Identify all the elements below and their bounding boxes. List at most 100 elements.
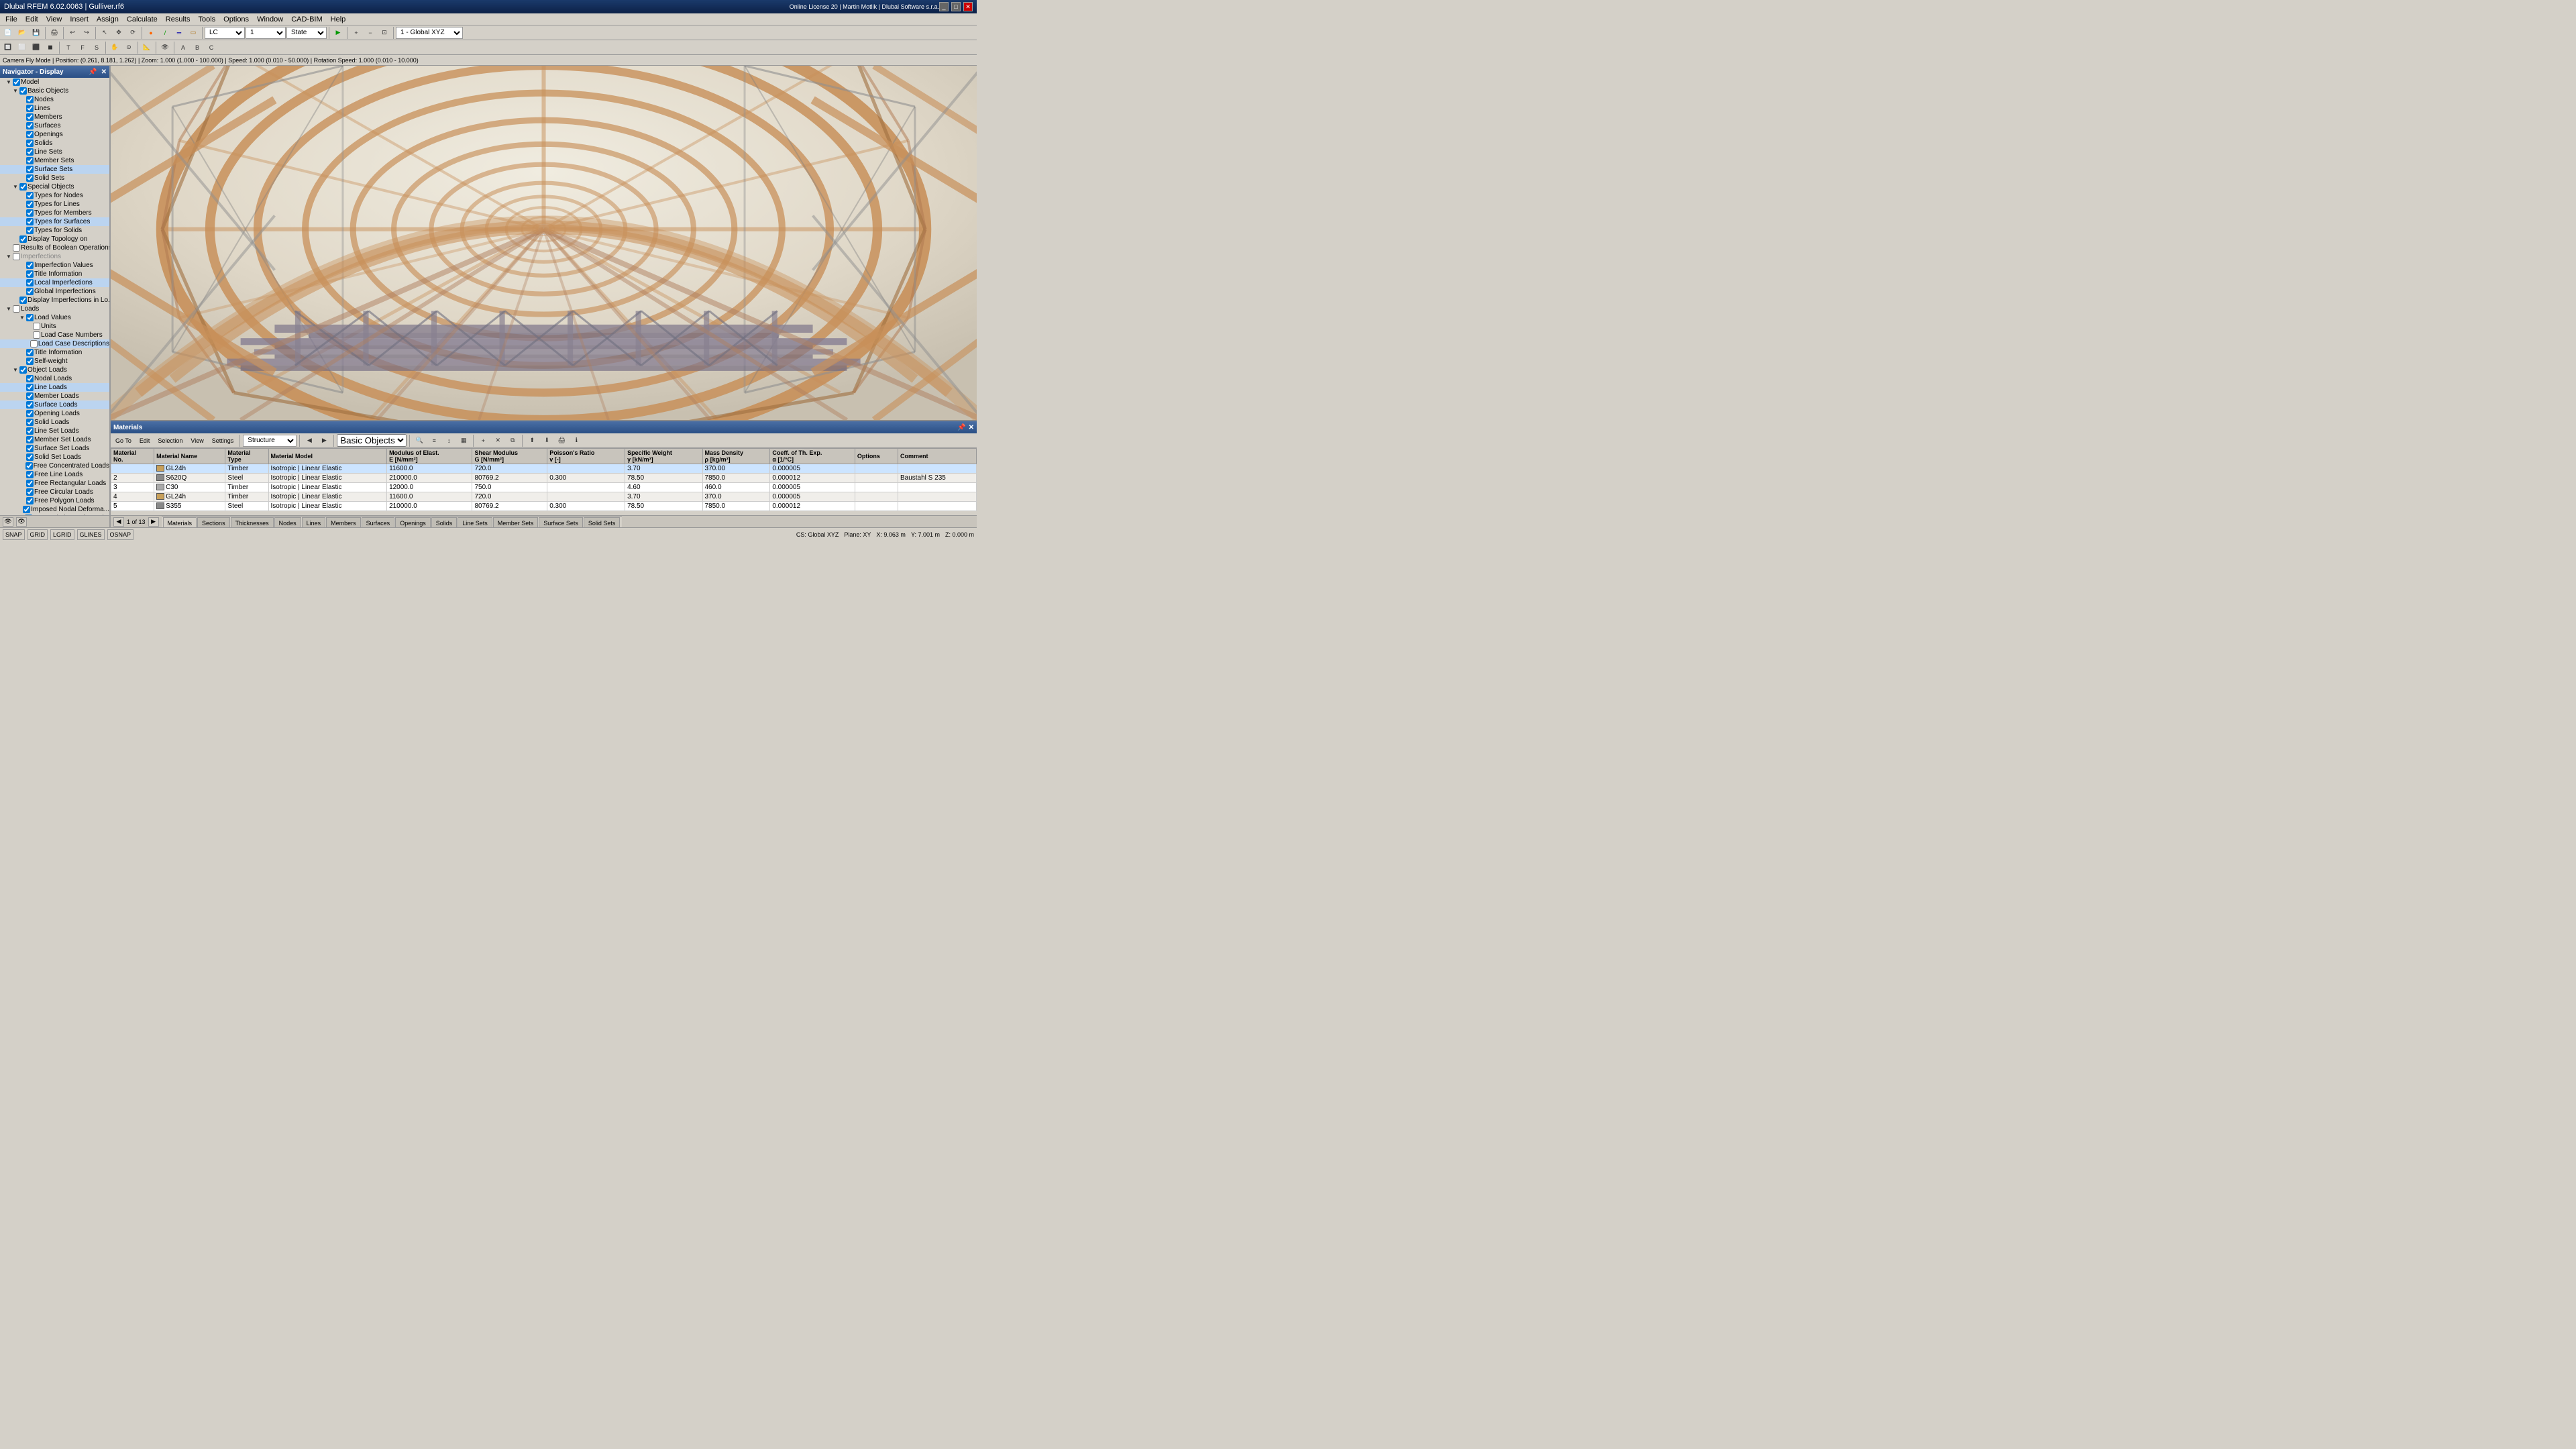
types-nodes-check[interactable]: [26, 192, 34, 199]
surface-loads-check[interactable]: [26, 401, 34, 409]
tab-surfaces[interactable]: Surfaces: [362, 517, 395, 528]
types-lines-check[interactable]: [26, 201, 34, 208]
select-button[interactable]: ↖: [98, 26, 111, 40]
orbit-button[interactable]: ⊙: [122, 41, 136, 54]
free-conc-loads-check[interactable]: [25, 462, 33, 470]
tab-surface-sets[interactable]: Surface Sets: [539, 517, 583, 528]
anno2-button[interactable]: B: [191, 41, 204, 54]
delete-button[interactable]: ✕: [491, 434, 504, 447]
members-check[interactable]: [26, 113, 34, 121]
tab-solids[interactable]: Solids: [431, 517, 458, 528]
col-filter-button[interactable]: ≡: [427, 434, 441, 447]
surface-button[interactable]: ▭: [186, 26, 200, 40]
nav-units[interactable]: Units: [0, 322, 109, 331]
open-button[interactable]: 📂: [15, 26, 29, 40]
lc-number-dropdown[interactable]: 1: [246, 27, 286, 39]
nav-imposed-nodal[interactable]: Imposed Nodal Deforma...: [0, 505, 109, 514]
top-view-button[interactable]: T: [62, 41, 75, 54]
table-row[interactable]: 3C30TimberIsotropic | Linear Elastic1200…: [111, 483, 977, 492]
tab-prev-button[interactable]: ◀: [113, 517, 124, 527]
pan-button[interactable]: ✋: [108, 41, 121, 54]
view3d-button[interactable]: 🔲: [1, 41, 15, 54]
imp-values-check[interactable]: [26, 262, 34, 269]
lgrid-toggle[interactable]: LGRID: [50, 529, 74, 540]
menu-item-tools[interactable]: Tools: [194, 13, 219, 25]
nav-types-nodes[interactable]: Types for Nodes: [0, 191, 109, 200]
basic-objects-dropdown[interactable]: Basic Objects: [337, 434, 407, 447]
nav-free-rect-loads[interactable]: Free Rectangular Loads: [0, 479, 109, 488]
menu-item-cad-bim[interactable]: CAD-BIM: [287, 13, 326, 25]
openings-check[interactable]: [26, 131, 34, 138]
object-loads-check[interactable]: [19, 366, 27, 374]
imposed-nodal-check[interactable]: [23, 506, 30, 513]
lc-desc-check[interactable]: [30, 340, 38, 347]
add-button[interactable]: +: [476, 434, 490, 447]
goto-button[interactable]: Go To: [112, 435, 135, 447]
imperfections-check[interactable]: [13, 253, 20, 260]
tab-materials[interactable]: Materials: [163, 517, 197, 528]
line-loads-check[interactable]: [26, 384, 34, 391]
tab-openings[interactable]: Openings: [395, 517, 431, 528]
print-mat-button[interactable]: 🖨: [555, 434, 568, 447]
nav-model[interactable]: ▼ Model: [0, 78, 109, 87]
nav-title-info-load[interactable]: Title Information: [0, 348, 109, 357]
nav-object-loads[interactable]: ▼ Object Loads: [0, 366, 109, 374]
nav-members[interactable]: Members: [0, 113, 109, 121]
close-button[interactable]: ✕: [963, 2, 973, 11]
selection-button[interactable]: Selection: [154, 435, 186, 447]
nav-local-imperfections[interactable]: Local Imperfections: [0, 278, 109, 287]
zoom-fit-button[interactable]: ⊡: [378, 26, 391, 40]
sort-button[interactable]: ↕: [442, 434, 455, 447]
nav-line-set-loads[interactable]: Line Set Loads: [0, 427, 109, 435]
title-info-imp-check[interactable]: [26, 270, 34, 278]
local-imp-check[interactable]: [26, 279, 34, 286]
nodal-loads-check[interactable]: [26, 375, 34, 382]
nav-member-sets[interactable]: Member Sets: [0, 156, 109, 165]
nav-solid-sets[interactable]: Solid Sets: [0, 174, 109, 182]
nav-surface-set-loads[interactable]: Surface Set Loads: [0, 444, 109, 453]
tab-lines[interactable]: Lines: [302, 517, 326, 528]
nav-eye2-button[interactable]: 👁: [16, 517, 27, 527]
member-loads-check[interactable]: [26, 392, 34, 400]
solid-sets-check[interactable]: [26, 174, 34, 182]
view-dropdown[interactable]: 1 - Global XYZ: [396, 27, 463, 39]
lc-numbers-check[interactable]: [33, 331, 40, 339]
nav-types-members[interactable]: Types for Members: [0, 209, 109, 217]
edit-button[interactable]: Edit: [136, 435, 154, 447]
menu-item-calculate[interactable]: Calculate: [123, 13, 162, 25]
nav-free-line-loads[interactable]: Free Line Loads: [0, 470, 109, 479]
view-button[interactable]: View: [187, 435, 207, 447]
nav-types-lines[interactable]: Types for Lines: [0, 200, 109, 209]
osnap-toggle[interactable]: OSNAP: [107, 529, 134, 540]
wireframe-button[interactable]: ⬜: [15, 41, 29, 54]
table-row[interactable]: GL24hTimberIsotropic | Linear Elastic116…: [111, 464, 977, 474]
display-imp-check[interactable]: [19, 297, 27, 304]
line-sets-check[interactable]: [26, 148, 34, 156]
load-case-dropdown[interactable]: LC: [205, 27, 245, 39]
grid-toggle[interactable]: GRID: [28, 529, 48, 540]
tab-member-sets[interactable]: Member Sets: [493, 517, 539, 528]
nav-loads[interactable]: ▼ Loads: [0, 305, 109, 313]
menu-item-view[interactable]: View: [42, 13, 66, 25]
filter-button[interactable]: 🔍: [413, 434, 426, 447]
display-topology-check[interactable]: [19, 235, 27, 243]
new-button[interactable]: 📄: [1, 26, 15, 40]
tab-nodes[interactable]: Nodes: [274, 517, 301, 528]
basic-objects-check[interactable]: [19, 87, 27, 95]
print-button[interactable]: 🖨: [48, 26, 61, 40]
nav-surface-sets[interactable]: Surface Sets: [0, 165, 109, 174]
opening-loads-check[interactable]: [26, 410, 34, 417]
solid-set-loads-check[interactable]: [26, 453, 34, 461]
nav-openings[interactable]: Openings: [0, 130, 109, 139]
nav-basic-objects[interactable]: ▼ Basic Objects: [0, 87, 109, 95]
nav-opening-loads[interactable]: Opening Loads: [0, 409, 109, 418]
nav-member-loads[interactable]: Member Loads: [0, 392, 109, 400]
table-row[interactable]: 2S620QSteelIsotropic | Linear Elastic210…: [111, 474, 977, 483]
nav-eye-button[interactable]: 👁: [3, 517, 13, 527]
menu-item-edit[interactable]: Edit: [21, 13, 42, 25]
front-view-button[interactable]: F: [76, 41, 89, 54]
boolean-results-check[interactable]: [13, 244, 20, 252]
measure-button[interactable]: 📐: [140, 41, 154, 54]
nav-types-solids[interactable]: Types for Solids: [0, 226, 109, 235]
export-button[interactable]: ⬇: [540, 434, 553, 447]
